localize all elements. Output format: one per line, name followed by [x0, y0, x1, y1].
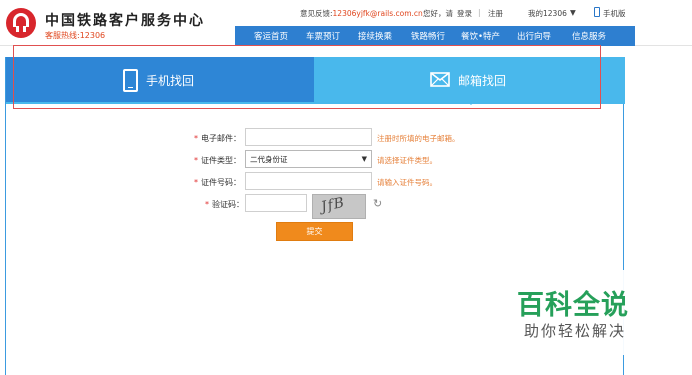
feedback-email-link[interactable]: 12306yjfk@rails.com.cn: [333, 9, 423, 18]
idno-label: * 证件号码：: [194, 178, 241, 187]
site-header: 中国铁路客户服务中心 客服热线:12306 意见反馈:12306yjfk@rai…: [0, 0, 692, 46]
idtype-label: * 证件类型：: [194, 156, 241, 165]
login-link[interactable]: 登录: [457, 8, 472, 19]
mobile-version-link[interactable]: 手机版: [603, 8, 626, 19]
my12306-menu[interactable]: 我的12306: [528, 8, 567, 19]
email-input[interactable]: [245, 128, 372, 146]
email-hint: 注册时所填的电子邮箱。: [377, 134, 460, 143]
highlight-annotation: [13, 45, 601, 109]
captcha-image[interactable]: JfB: [312, 194, 366, 219]
watermark-title: 百科全说: [517, 290, 629, 321]
greeting-text: 您好，请: [423, 9, 453, 18]
site-title: 中国铁路客户服务中心: [45, 13, 205, 29]
idtype-selected-value: 二代身份证: [250, 155, 288, 164]
topbar-separator: |: [478, 8, 481, 17]
feedback-label: 意见反馈:: [300, 9, 333, 18]
submit-button[interactable]: 提交: [276, 222, 353, 241]
idno-hint: 请输入证件号码。: [377, 178, 437, 187]
email-label: * 电子邮件：: [194, 134, 241, 143]
mobile-phone-icon[interactable]: [594, 7, 600, 17]
main-nav: 客运首页 车票预订 接续换乘 铁路畅行 餐饮•特产 出行向导 信息服务: [235, 26, 635, 46]
dropdown-arrow-icon: ▼: [361, 155, 367, 163]
captcha-input[interactable]: [245, 194, 307, 212]
nav-info-service[interactable]: 信息服务: [572, 30, 606, 42]
nav-booking[interactable]: 车票预订: [306, 30, 340, 42]
idtype-select[interactable]: 二代身份证 ▼: [245, 150, 372, 168]
hotline: 客服热线:12306: [45, 31, 106, 40]
feedback-info: 意见反馈:12306yjfk@rails.com.cn: [300, 8, 423, 19]
nav-travel-guide[interactable]: 出行向导: [517, 30, 551, 42]
nav-home[interactable]: 客运首页: [254, 30, 288, 42]
refresh-icon[interactable]: ↻: [373, 197, 382, 210]
register-link[interactable]: 注册: [488, 8, 503, 19]
captcha-text: JfB: [319, 194, 347, 216]
captcha-label: * 验证码：: [205, 200, 244, 209]
caret-down-icon[interactable]: ▼: [570, 8, 576, 17]
idtype-hint: 请选择证件类型。: [377, 156, 437, 165]
watermark-subtitle: 助你轻松解决: [524, 322, 627, 340]
nav-railway-pass[interactable]: 铁路畅行: [411, 30, 445, 42]
railway-logo-icon[interactable]: [6, 8, 36, 38]
nav-transfer[interactable]: 接续换乘: [358, 30, 392, 42]
idno-input[interactable]: [245, 172, 372, 190]
nav-food[interactable]: 餐饮•特产: [461, 30, 500, 42]
